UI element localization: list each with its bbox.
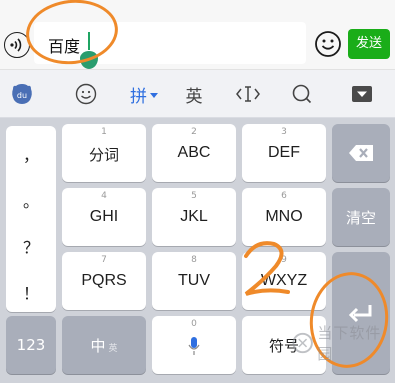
key-label: JKL bbox=[180, 208, 208, 225]
key-number: 2 bbox=[191, 127, 197, 137]
backspace-button[interactable] bbox=[332, 124, 390, 182]
key-label: PQRS bbox=[81, 272, 127, 289]
key-number: 5 bbox=[191, 191, 197, 201]
english-mode-tab[interactable]: 英 bbox=[178, 70, 210, 118]
pinyin-mode-tab[interactable]: 拼 bbox=[124, 70, 164, 118]
key-number: 1 bbox=[101, 127, 107, 137]
key-4-ghi[interactable]: 4 GHI bbox=[62, 188, 146, 246]
number-mode-button[interactable]: 123 bbox=[6, 316, 56, 374]
clear-button[interactable]: 清空 bbox=[332, 188, 390, 246]
pinyin-label: 拼 bbox=[130, 86, 147, 107]
watermark-text: 当下软件园 bbox=[317, 324, 382, 363]
svg-text:du: du bbox=[17, 91, 27, 100]
chat-input-bar: 百度 发送 bbox=[0, 0, 395, 70]
punct-period[interactable]: 。 bbox=[6, 188, 56, 212]
key-label: ABC bbox=[177, 144, 211, 161]
backspace-icon bbox=[349, 145, 373, 161]
key-label: DEF bbox=[268, 144, 300, 161]
annotation-step-2: 2 bbox=[236, 238, 290, 296]
key-number: 6 bbox=[281, 191, 287, 201]
key-2-abc[interactable]: 2 ABC bbox=[152, 124, 236, 182]
ime-toolbar: du 拼 英 bbox=[0, 70, 395, 118]
watermark-logo-icon bbox=[292, 332, 313, 354]
key-label: MNO bbox=[265, 208, 303, 225]
hide-keyboard-icon[interactable] bbox=[344, 70, 380, 118]
watermark: 当下软件园 bbox=[292, 322, 395, 364]
cursor-icon[interactable] bbox=[232, 70, 264, 118]
space-key[interactable]: 0 bbox=[152, 316, 236, 374]
english-mode-small-label: 英 bbox=[108, 343, 118, 354]
key-7-pqrs[interactable]: 7 PQRS bbox=[62, 252, 146, 310]
key-number: 3 bbox=[281, 127, 287, 137]
punct-exclamation[interactable]: ！ bbox=[6, 280, 56, 304]
microphone-icon bbox=[188, 336, 200, 360]
key-number: 8 bbox=[191, 255, 197, 265]
language-switch-button[interactable]: 中 英 bbox=[62, 316, 146, 374]
punct-comma[interactable]: ， bbox=[6, 142, 56, 166]
key-number: 4 bbox=[101, 191, 107, 201]
key-5-jkl[interactable]: 5 JKL bbox=[152, 188, 236, 246]
key-label: 分词 bbox=[88, 146, 119, 164]
smiley-icon[interactable] bbox=[70, 70, 102, 118]
space-number: 0 bbox=[191, 319, 197, 329]
skin-icon[interactable]: du bbox=[4, 70, 40, 118]
key-label: TUV bbox=[178, 272, 210, 289]
key-1-segment[interactable]: 1 分词 bbox=[62, 124, 146, 182]
svg-text:2: 2 bbox=[236, 238, 237, 239]
key-number: 7 bbox=[101, 255, 107, 265]
english-label: 英 bbox=[185, 86, 203, 107]
send-button[interactable]: 发送 bbox=[348, 29, 390, 59]
chevron-down-icon bbox=[150, 92, 158, 98]
search-icon[interactable] bbox=[286, 70, 318, 118]
punct-question[interactable]: ？ bbox=[6, 234, 56, 258]
punctuation-column: ， 。 ？ ！ bbox=[6, 126, 56, 312]
key-8-tuv[interactable]: 8 TUV bbox=[152, 252, 236, 310]
keyboard: ， 。 ？ ！ 1 分词 2 ABC 3 DEF 4 GHI 5 JKL 6 M… bbox=[0, 118, 395, 383]
key-label: GHI bbox=[89, 208, 119, 225]
key-3-def[interactable]: 3 DEF bbox=[242, 124, 326, 182]
chinese-mode-label: 中 bbox=[90, 336, 106, 355]
emoji-icon[interactable] bbox=[314, 30, 342, 58]
